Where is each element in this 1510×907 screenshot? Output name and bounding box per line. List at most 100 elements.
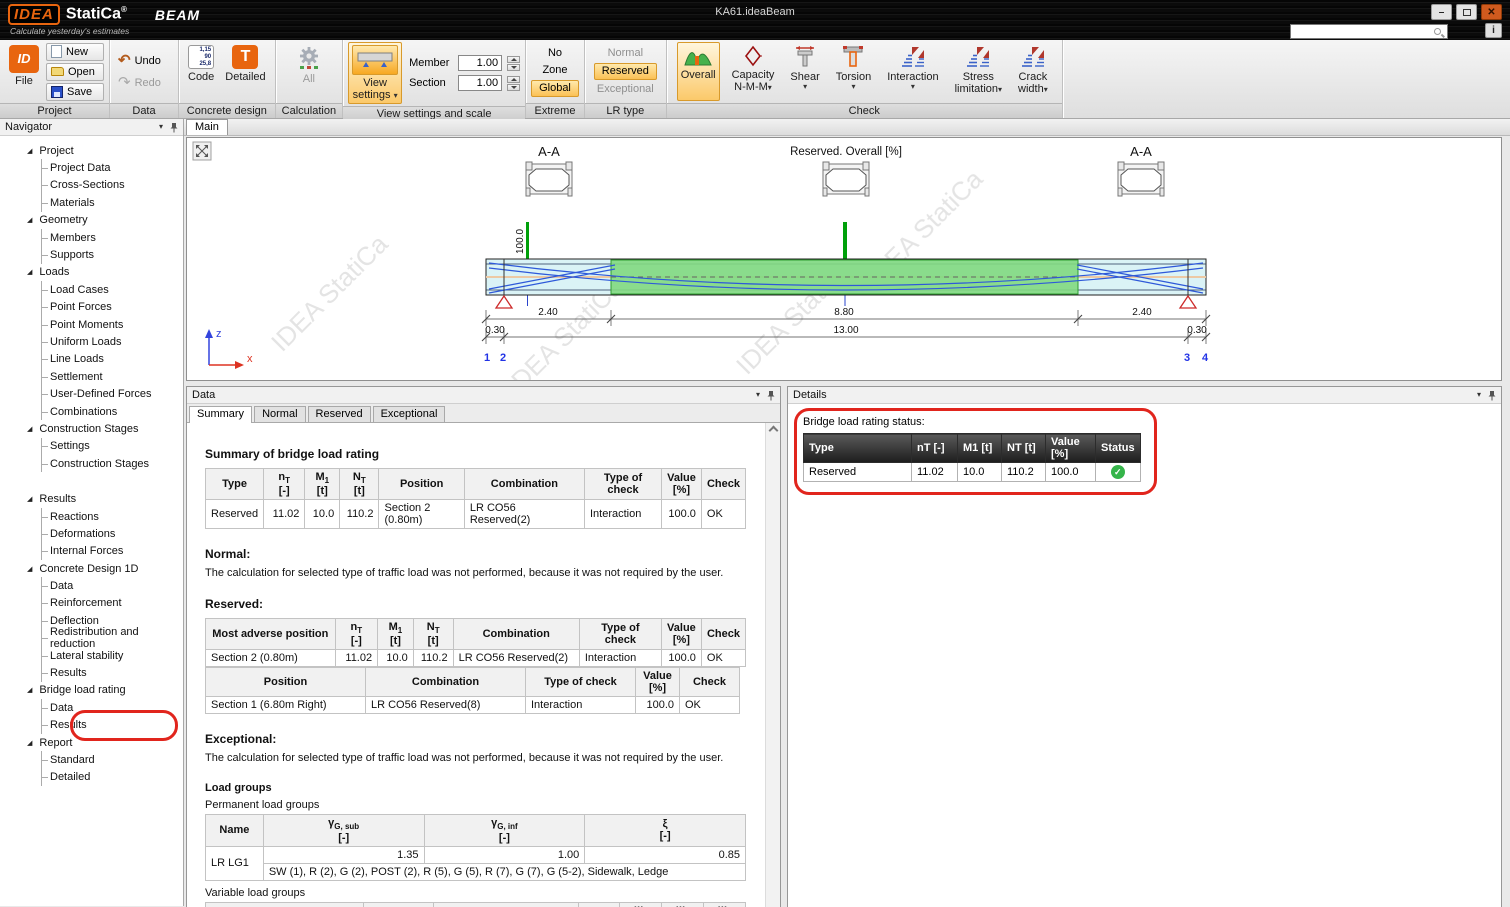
view-settings-button[interactable]: View settings ▾	[348, 42, 402, 104]
close-button[interactable]: ✕	[1481, 4, 1502, 20]
nav-item-redistribution[interactable]: Redistribution and reduction	[42, 630, 183, 647]
nav-item-materials[interactable]: Materials	[42, 194, 183, 211]
nav-item-settings[interactable]: Settings	[42, 438, 183, 455]
nav-section-geometry[interactable]: ◢Geometry	[0, 212, 183, 229]
table-row[interactable]: Reserved 11.02 10.0 110.2 Section 2 (0.8…	[206, 500, 746, 529]
table-row[interactable]: Reserved 11.02 10.0 110.2 100.0 ✓	[804, 463, 1141, 482]
extreme-no-option[interactable]: No	[541, 46, 569, 61]
nav-item-point-forces[interactable]: Point Forces	[42, 299, 183, 316]
nav-section-bridge-load-rating[interactable]: ◢Bridge load rating	[0, 682, 183, 699]
details-panel-title: Details	[793, 389, 827, 401]
extreme-zone-option[interactable]: Zone	[535, 63, 574, 78]
pin-icon[interactable]	[170, 122, 178, 133]
tab-main[interactable]: Main	[186, 119, 228, 135]
nav-section-concrete-design-1d[interactable]: ◢Concrete Design 1D	[0, 560, 183, 577]
svg-text:x: x	[247, 353, 253, 365]
tab-reserved[interactable]: Reserved	[308, 406, 371, 422]
nav-item-report-standard[interactable]: Standard	[42, 751, 183, 768]
nav-item-load-cases[interactable]: Load Cases	[42, 281, 183, 298]
pin-icon[interactable]	[1488, 390, 1496, 401]
tab-summary[interactable]: Summary	[189, 406, 252, 423]
nav-item-deformations[interactable]: Deformations	[42, 525, 183, 542]
panel-menu-icon[interactable]: ▾	[756, 391, 760, 399]
nav-section-project[interactable]: ◢Project	[0, 142, 183, 159]
nav-item-supports[interactable]: Supports	[42, 246, 183, 263]
panel-menu-icon[interactable]: ▾	[1477, 391, 1481, 399]
tab-exceptional[interactable]: Exceptional	[373, 406, 446, 422]
nav-item-data[interactable]: Data	[42, 577, 183, 594]
member-scale-up-button[interactable]	[507, 56, 520, 63]
nav-item-cross-sections[interactable]: Cross-Sections	[42, 177, 183, 194]
table-row[interactable]: Section 1 (6.80m Right) LR CO56 Reserved…	[206, 697, 740, 714]
check-overall-button[interactable]: Overall	[677, 42, 720, 101]
check-interaction-button[interactable]: Interaction ▾	[883, 42, 942, 101]
nav-item-construction-stages[interactable]: Construction Stages	[42, 455, 183, 472]
beam-drawing-viewport[interactable]: IDEA StatiCa IDEA StatiCa IDEA StatiCa I…	[186, 137, 1502, 381]
check-torsion-button[interactable]: Torsion ▾	[832, 42, 875, 101]
tab-normal[interactable]: Normal	[254, 406, 305, 422]
member-scale-input[interactable]: 1.00	[458, 55, 502, 71]
table-row[interactable]: Section 2 (0.80m) 11.02 10.0 110.2 LR CO…	[206, 650, 746, 667]
nav-item-project-data[interactable]: Project Data	[42, 159, 183, 176]
nav-item-combinations[interactable]: Combinations	[42, 403, 183, 420]
nav-item-settlement[interactable]: Settlement	[42, 368, 183, 385]
panel-menu-icon[interactable]: ▾	[159, 123, 163, 131]
check-capacity-button[interactable]: Capacity N-M-M▾	[728, 42, 779, 101]
section-scale-input[interactable]: 1.00	[458, 75, 502, 91]
nav-item-results-concrete[interactable]: Results	[42, 664, 183, 681]
nav-item-blr-results[interactable]: Results	[42, 717, 183, 734]
minimize-button[interactable]: –	[1431, 4, 1452, 20]
code-button[interactable]: 1,159025,8 Code	[184, 42, 218, 101]
nav-item-uniform-loads[interactable]: Uniform Loads	[42, 333, 183, 350]
section-scale-up-button[interactable]	[507, 76, 520, 83]
undo-button[interactable]: ↶Undo	[115, 51, 173, 71]
pin-icon[interactable]	[767, 390, 775, 401]
nav-item-reactions[interactable]: Reactions	[42, 508, 183, 525]
lr-type-normal-option[interactable]: Normal	[601, 46, 650, 61]
detailed-button[interactable]: T Detailed	[221, 42, 269, 101]
new-file-icon	[51, 45, 62, 58]
member-scale-down-button[interactable]	[507, 64, 520, 71]
file-button[interactable]: ID File	[5, 42, 43, 101]
nav-item-user-defined-forces[interactable]: User-Defined Forces	[42, 385, 183, 402]
table-row[interactable]: SW (1), R (2), G (2), POST (2), R (5), G…	[206, 863, 746, 880]
check-stress-limitation-button[interactable]: Stress limitation▾	[951, 42, 1006, 101]
nav-section-loads[interactable]: ◢Loads	[0, 264, 183, 281]
exceptional-note: The calculation for selected type of tra…	[205, 752, 746, 764]
save-button[interactable]: Save	[46, 83, 104, 101]
scroll-up-icon[interactable]	[768, 426, 778, 436]
redo-button[interactable]: ↷Redo	[115, 73, 173, 93]
lr-type-reserved-option[interactable]: Reserved	[594, 63, 657, 80]
nav-section-report[interactable]: ◢Report	[0, 734, 183, 751]
code-setup-icon: 1,159025,8	[188, 45, 214, 69]
maximize-button[interactable]	[1456, 4, 1477, 20]
lr-type-exceptional-option[interactable]: Exceptional	[590, 82, 661, 97]
section-scale-label: Section	[409, 77, 453, 89]
open-button[interactable]: Open	[46, 63, 104, 81]
nav-item-lateral-stability[interactable]: Lateral stability	[42, 647, 183, 664]
nav-item-reinforcement[interactable]: Reinforcement	[42, 595, 183, 612]
svg-text:IDEA StatiCa: IDEA StatiCa	[265, 228, 394, 357]
nav-item-blr-data[interactable]: Data	[42, 699, 183, 716]
nav-section-results[interactable]: ◢Results	[0, 490, 183, 507]
search-input[interactable]	[1290, 24, 1448, 39]
nav-item-members[interactable]: Members	[42, 229, 183, 246]
info-button[interactable]: i	[1485, 23, 1502, 38]
ribbon-group-check: Overall Capacity N-M-M▾ She	[667, 40, 1063, 118]
new-button[interactable]: New	[46, 43, 104, 61]
section-scale-down-button[interactable]	[507, 84, 520, 91]
nav-item-line-loads[interactable]: Line Loads	[42, 351, 183, 368]
check-shear-button[interactable]: Shear ▾	[786, 42, 823, 101]
fit-view-icon[interactable]	[193, 142, 211, 160]
extreme-global-option[interactable]: Global	[531, 80, 579, 97]
check-crack-width-button[interactable]: Crack width▾	[1014, 42, 1052, 101]
nav-item-internal-forces[interactable]: Internal Forces	[42, 543, 183, 560]
nav-section-construction-stages[interactable]: ◢Construction Stages	[0, 420, 183, 437]
table-row[interactable]: LR LG1 1.35 1.00 0.85	[206, 846, 746, 863]
node-numbers: 1 2 3 4	[484, 352, 1209, 364]
nav-item-report-detailed[interactable]: Detailed	[42, 769, 183, 786]
data-panel-scrollbar[interactable]	[765, 423, 780, 907]
file-app-icon: ID	[9, 45, 39, 73]
nav-item-point-moments[interactable]: Point Moments	[42, 316, 183, 333]
calculate-all-button[interactable]: All	[291, 42, 327, 101]
